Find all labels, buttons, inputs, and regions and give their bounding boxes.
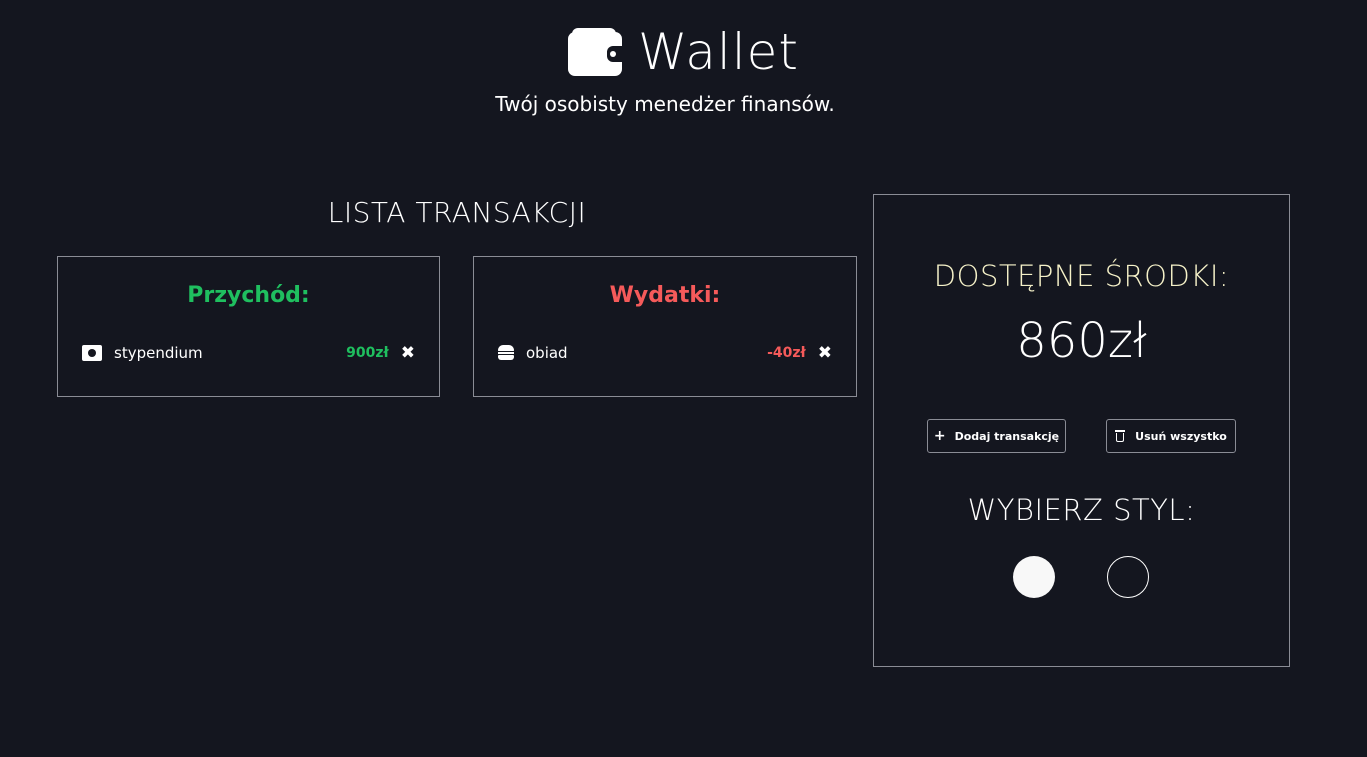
expense-transaction-row: obiad -40zł ✖ (498, 343, 832, 363)
income-transaction-row: stypendium 900zł ✖ (82, 343, 415, 363)
delete-all-label: Usuń wszystko (1135, 429, 1227, 443)
delete-transaction-icon[interactable]: ✖ (818, 344, 832, 362)
wallet-icon (567, 28, 623, 76)
add-transaction-label: Dodaj transakcję (954, 429, 1060, 443)
transaction-amount: -40zł (767, 345, 806, 361)
transaction-name: obiad (526, 344, 568, 362)
balance-panel: DOSTĘPNE ŚRODKI: 860zł + Dodaj transakcj… (873, 194, 1290, 667)
plus-icon: + (933, 428, 946, 444)
delete-all-button[interactable]: Usuń wszystko (1106, 419, 1236, 453)
app-subtitle: Twój osobisty menedżer finansów. (495, 92, 835, 116)
income-heading: Przychód: (187, 283, 310, 308)
style-dark-option[interactable] (1107, 556, 1149, 598)
brand: Wallet (0, 22, 1367, 82)
header: Wallet Twój osobisty menedżer finansów. (0, 0, 1367, 140)
trash-icon (1115, 430, 1126, 442)
transaction-amount: 900zł (346, 345, 389, 361)
money-icon (82, 345, 102, 361)
available-funds-amount: 860zł (1016, 313, 1147, 369)
income-panel: Przychód: stypendium 900zł ✖ (57, 256, 440, 397)
transaction-name: stypendium (114, 344, 203, 362)
available-funds-title: DOSTĘPNE ŚRODKI: (933, 259, 1230, 293)
transactions-title: LISTA TRANSAKCJI (327, 196, 587, 229)
delete-transaction-icon[interactable]: ✖ (401, 344, 415, 362)
app-title: Wallet (637, 23, 800, 81)
burger-icon (498, 345, 514, 361)
style-light-option[interactable] (1013, 556, 1055, 598)
add-transaction-button[interactable]: + Dodaj transakcję (927, 419, 1066, 453)
expense-panel: Wydatki: obiad -40zł ✖ (473, 256, 857, 397)
expense-heading: Wydatki: (609, 283, 721, 308)
style-title: WYBIERZ STYL: (967, 493, 1196, 527)
